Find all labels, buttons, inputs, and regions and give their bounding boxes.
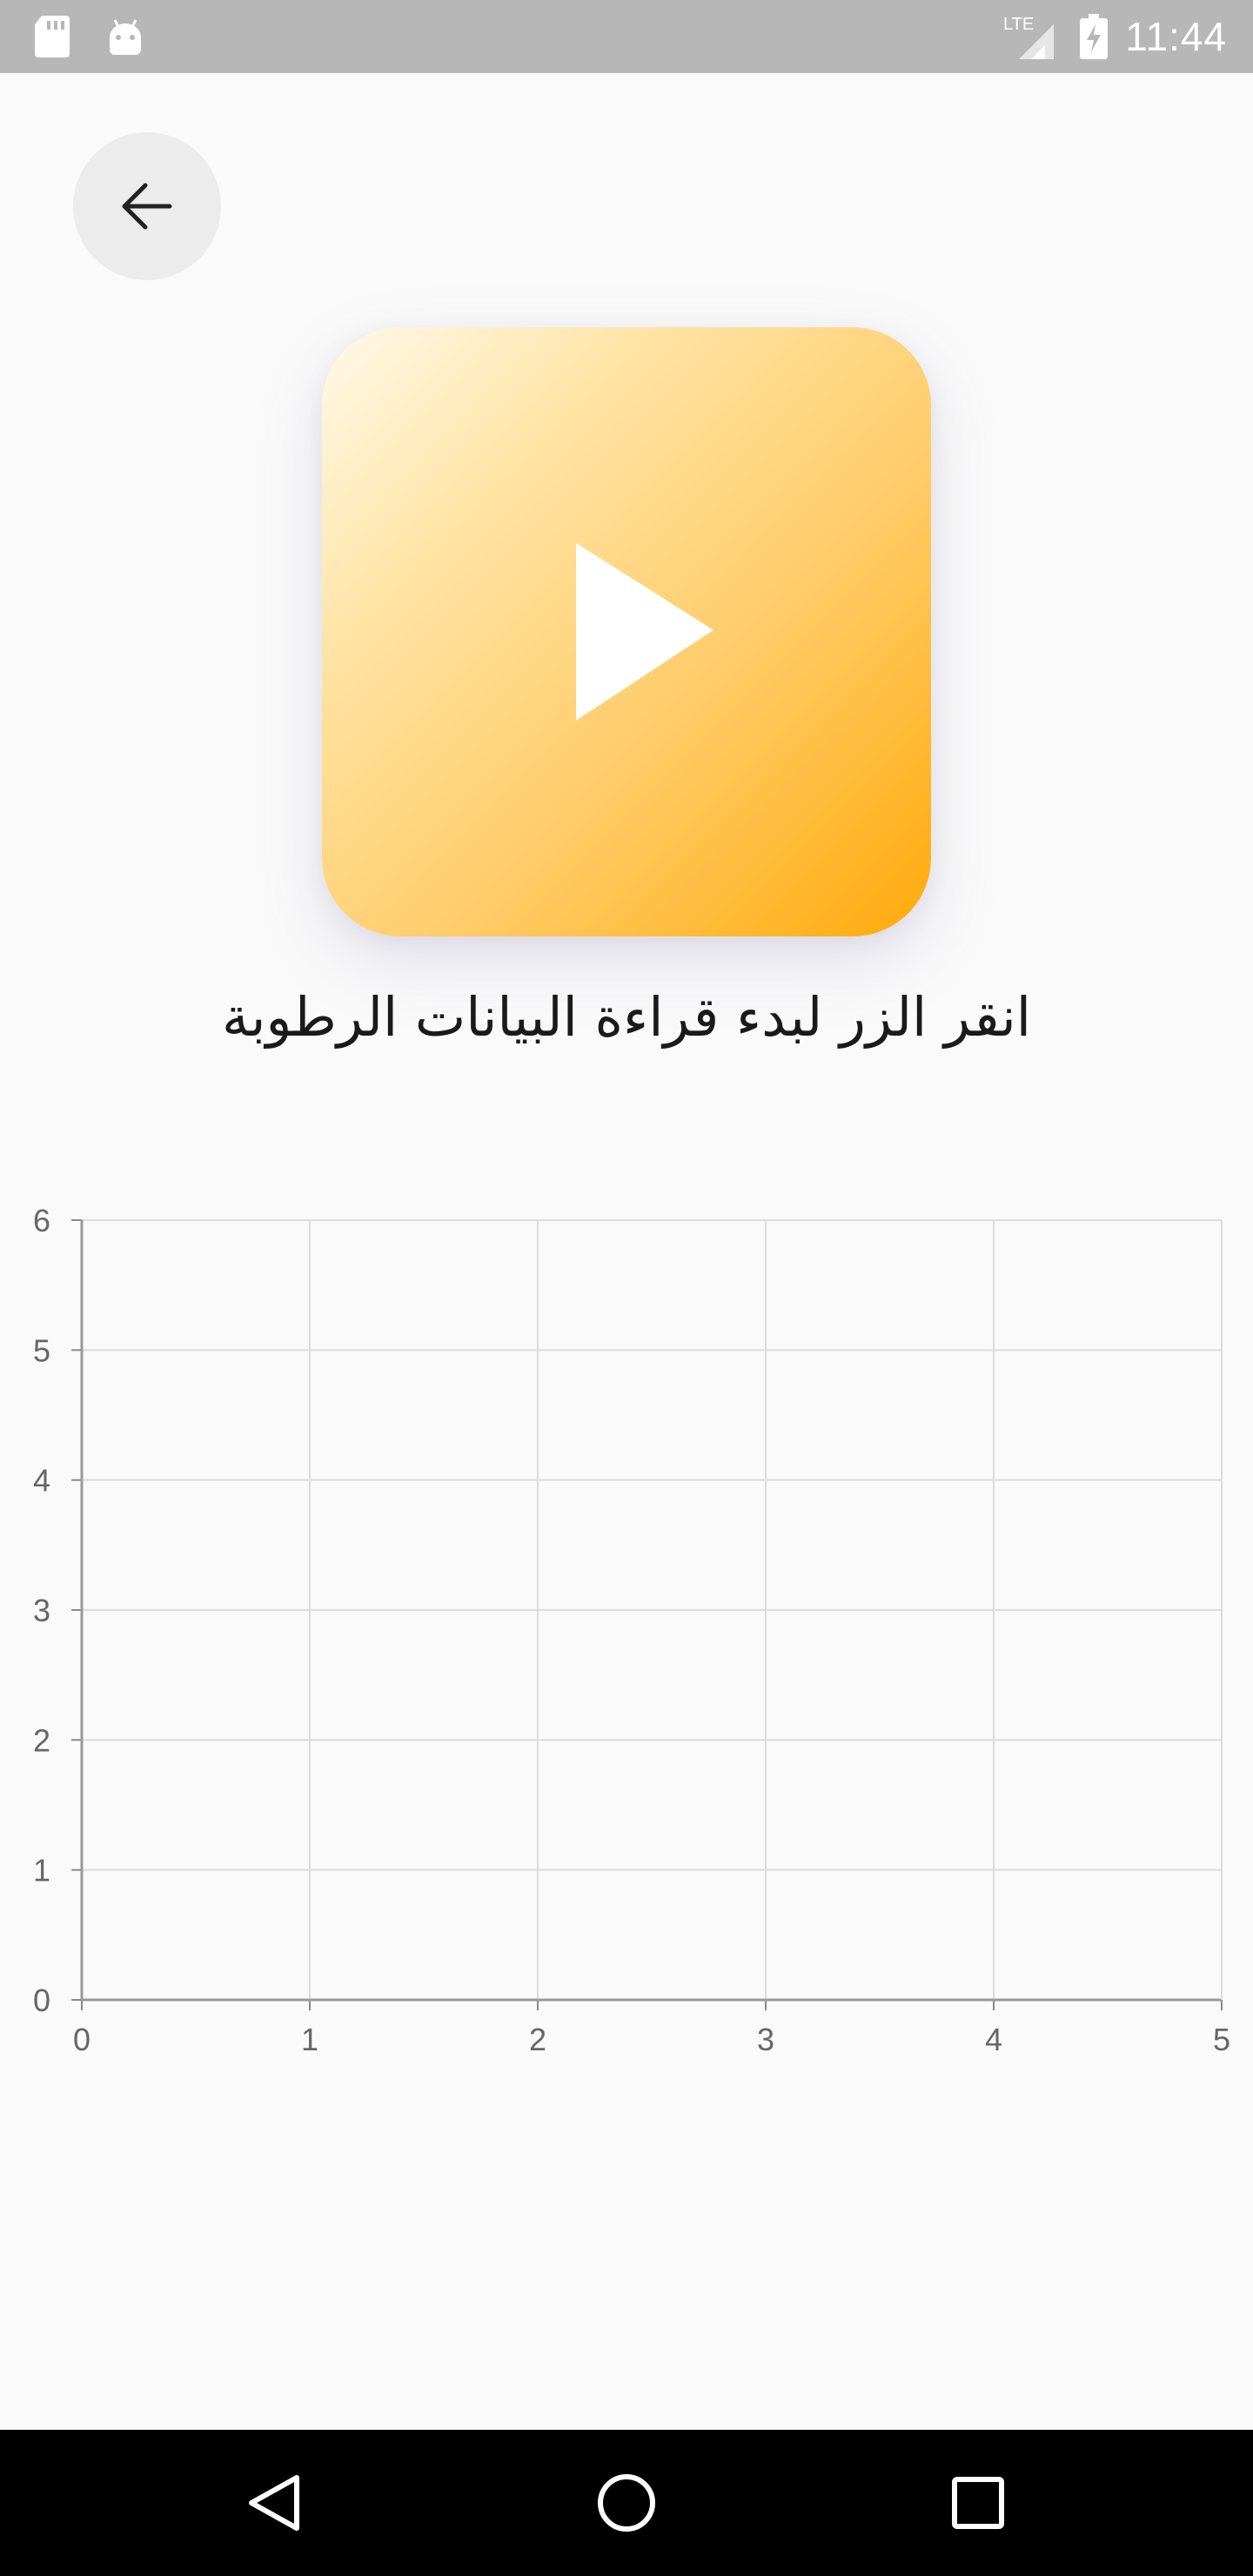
x-tick-label: 3: [757, 2022, 774, 2057]
x-tick-label: 2: [529, 2022, 546, 2057]
y-tick-label: 0: [33, 1982, 50, 2018]
y-tick-label: 5: [33, 1332, 50, 1368]
android-icon: [110, 19, 141, 55]
x-tick-label: 0: [73, 2022, 90, 2057]
y-tick-label: 1: [33, 1853, 50, 1888]
instruction-text: انقر الزر لبدء قراءة البيانات الرطوبة: [222, 985, 1031, 1049]
recents-square-icon: [952, 2477, 1004, 2529]
y-tick-label: 3: [33, 1593, 50, 1628]
x-tick-label: 1: [301, 2022, 318, 2057]
play-button[interactable]: [322, 327, 931, 936]
play-icon: [576, 543, 714, 721]
y-tick-label: 2: [33, 1722, 50, 1758]
back-button[interactable]: [73, 132, 221, 280]
y-tick-label: 6: [33, 1203, 50, 1238]
navigation-bar: [0, 2430, 1253, 2576]
x-tick-label: 4: [985, 2022, 1002, 2057]
x-tick-label: 5: [1213, 2022, 1230, 2057]
arrow-left-icon: [122, 183, 172, 230]
nav-recents-button[interactable]: [891, 2430, 1065, 2576]
battery-charging-icon: [1080, 14, 1109, 59]
svg-text:LTE: LTE: [1003, 15, 1034, 34]
nav-home-button[interactable]: [539, 2430, 714, 2576]
back-triangle-icon: [249, 2475, 299, 2531]
humidity-chart[interactable]: 0 1 2 3 4 5 0 1 2 3 4 5 6: [0, 1192, 1253, 2080]
clock: 11:44: [1125, 14, 1227, 59]
sd-card-icon: [35, 16, 70, 57]
signal-icon: LTE: [1003, 15, 1055, 59]
home-circle-icon: [598, 2474, 655, 2532]
y-tick-label: 4: [33, 1463, 50, 1499]
nav-back-button[interactable]: [188, 2430, 362, 2576]
status-bar: LTE 11:44: [0, 0, 1253, 73]
